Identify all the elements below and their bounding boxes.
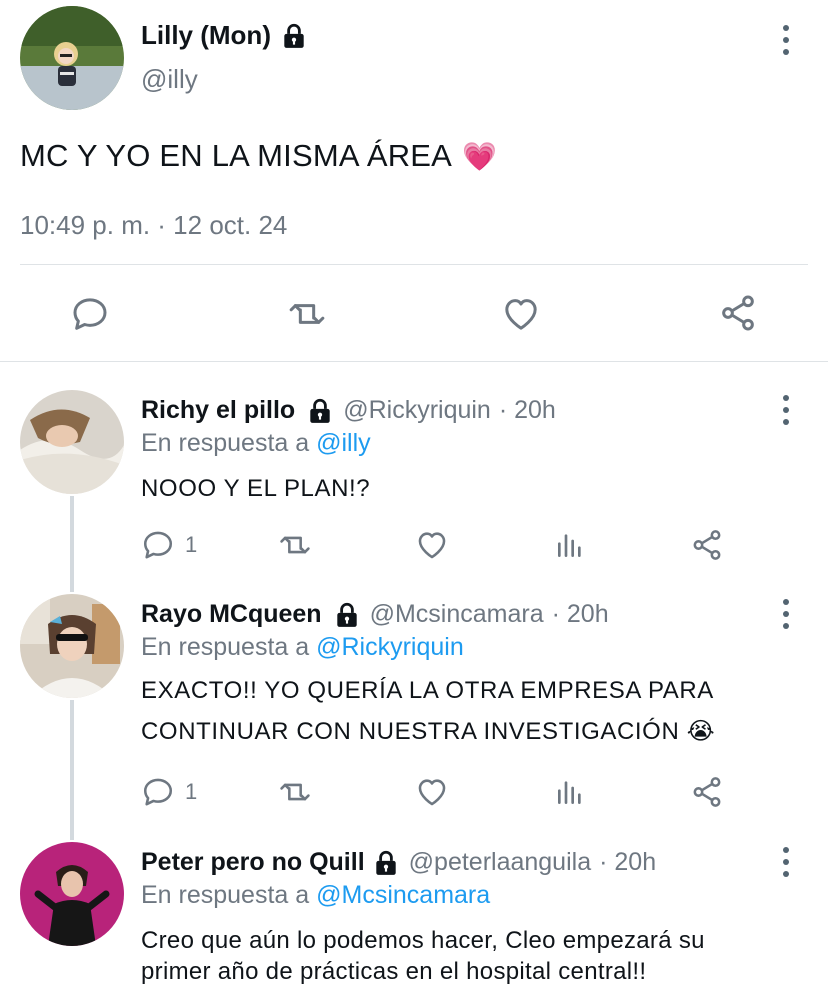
reply-count: 1 (185, 779, 198, 804)
retweet-button[interactable] (276, 528, 314, 562)
reply-text: Creo que aún lo podemos hacer, Cleo empe… (141, 924, 705, 988)
reply-handle[interactable]: @Mcsincamara (370, 600, 544, 629)
reply-to-link[interactable]: @Rickyriquin (316, 633, 464, 661)
reply-prefix: En respuesta a (141, 881, 310, 909)
reply-count: 1 (185, 532, 198, 557)
reply-context: En respuesta a @Mcsincamara (141, 881, 490, 910)
share-icon (690, 775, 724, 809)
main-tweet-display-name[interactable]: Lilly (Mon) (141, 20, 271, 51)
lock-icon (373, 849, 399, 877)
main-tweet-handle[interactable]: @illy (141, 64, 198, 95)
share-icon (718, 293, 758, 333)
retweet-button[interactable] (285, 294, 329, 334)
share-button[interactable] (718, 293, 758, 333)
share-button[interactable] (690, 775, 724, 809)
reply-context: En respuesta a @illy (141, 429, 371, 458)
reply-avatar[interactable] (20, 842, 124, 946)
main-tweet-author[interactable]: Lilly (Mon) (141, 20, 307, 51)
reply-text-line: primer año de prácticas en el hospital c… (141, 958, 647, 985)
reply-prefix: En respuesta a (141, 429, 310, 457)
reply-handle[interactable]: @Rickyriquin (343, 396, 491, 425)
main-tweet-timestamp[interactable]: 10:49 p. m. · 12 oct. 24 (20, 210, 287, 241)
reply-button[interactable] (70, 294, 110, 334)
reply-text: NOOO Y EL PLAN!? (141, 472, 370, 505)
reply-icon (70, 294, 110, 334)
heart-icon (414, 528, 450, 562)
thread-line (70, 496, 74, 592)
reply-time[interactable]: · 20h (552, 600, 609, 629)
lock-icon (307, 397, 333, 425)
reply-button[interactable]: 1 (141, 775, 197, 809)
reply-display-name[interactable]: Rayo MCqueen (141, 600, 322, 629)
main-tweet-avatar[interactable] (20, 6, 124, 110)
lock-icon (281, 22, 307, 50)
reply-text-line: EXACTO!! YO QUERÍA LA OTRA EMPRESA PARA (141, 677, 714, 704)
heart-icon (414, 775, 450, 809)
share-button[interactable] (690, 528, 724, 562)
reply-author[interactable]: Rayo MCqueen @Mcsincamara · 20h (141, 600, 609, 629)
like-button[interactable] (414, 775, 450, 809)
main-tweet-text: MC Y YO EN LA MISMA ÁREA 💗 (20, 138, 497, 174)
like-button[interactable] (414, 528, 450, 562)
views-icon (554, 775, 586, 809)
heart-emoji: 💗 (462, 140, 498, 172)
thread-line (70, 700, 74, 840)
reply-button[interactable]: 1 (141, 528, 197, 562)
more-icon[interactable] (776, 25, 796, 55)
reply-avatar[interactable] (20, 390, 124, 494)
views-icon (554, 528, 586, 562)
heart-icon (500, 294, 542, 334)
reply-text-line: NOOO Y EL PLAN!? (141, 475, 371, 502)
more-icon[interactable] (776, 599, 796, 629)
reply-time[interactable]: · 20h (499, 396, 556, 425)
share-icon (690, 528, 724, 562)
reply-author[interactable]: Peter pero no Quill @peterlaanguila · 20… (141, 848, 656, 877)
like-button[interactable] (500, 294, 542, 334)
reply-text-line: CONTINUAR CON NUESTRA INVESTIGACIÓN 😭 (141, 718, 716, 745)
reply-avatar[interactable] (20, 594, 124, 698)
reply-icon (141, 775, 175, 809)
views-button[interactable] (554, 775, 586, 809)
retweet-button[interactable] (276, 775, 314, 809)
main-tweet-body: MC Y YO EN LA MISMA ÁREA (20, 138, 453, 173)
reply-text-line: Creo que aún lo podemos hacer, Cleo empe… (141, 927, 705, 954)
views-button[interactable] (554, 528, 586, 562)
retweet-icon (276, 775, 314, 809)
divider (0, 361, 828, 362)
more-icon[interactable] (776, 847, 796, 877)
reply-to-link[interactable]: @illy (316, 429, 371, 457)
lock-icon (334, 601, 360, 629)
retweet-icon (285, 294, 329, 334)
reply-prefix: En respuesta a (141, 633, 310, 661)
retweet-icon (276, 528, 314, 562)
reply-context: En respuesta a @Rickyriquin (141, 633, 464, 662)
reply-text: EXACTO!! YO QUERÍA LA OTRA EMPRESA PARA … (141, 674, 715, 748)
reply-display-name[interactable]: Peter pero no Quill (141, 848, 365, 877)
reply-time[interactable]: · 20h (599, 848, 656, 877)
reply-handle[interactable]: @peterlaanguila (409, 848, 591, 877)
reply-icon (141, 528, 175, 562)
reply-author[interactable]: Richy el pillo @Rickyriquin · 20h (141, 396, 556, 425)
divider (20, 264, 808, 265)
reply-to-link[interactable]: @Mcsincamara (316, 881, 490, 909)
more-icon[interactable] (776, 395, 796, 425)
reply-display-name[interactable]: Richy el pillo (141, 396, 295, 425)
